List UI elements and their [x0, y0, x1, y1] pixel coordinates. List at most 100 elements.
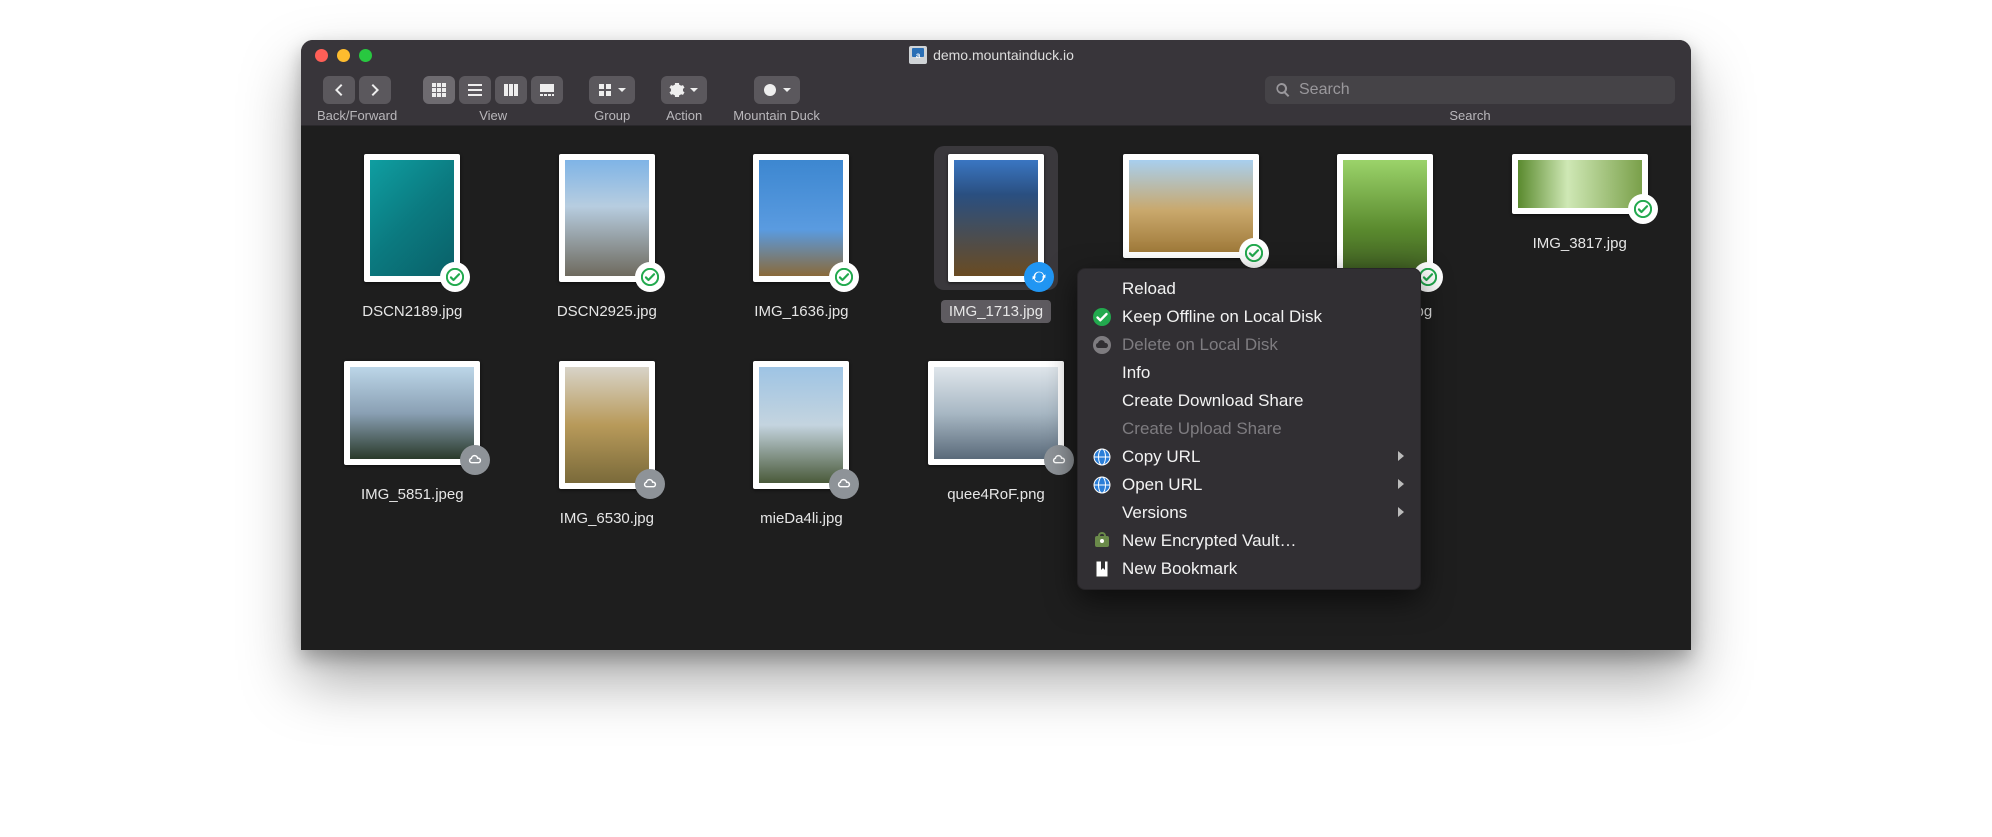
file-thumbnail	[344, 361, 480, 465]
menu-item-label: Create Upload Share	[1122, 419, 1282, 439]
menu-item-label: Delete on Local Disk	[1122, 335, 1278, 355]
file-thumbnail	[364, 154, 460, 282]
file-thumbnail	[753, 154, 849, 282]
check-icon	[1092, 307, 1112, 327]
menu-item-label: Reload	[1122, 279, 1176, 299]
search-field[interactable]: Search	[1265, 76, 1675, 104]
file-item[interactable]: IMG_1636.jpg	[714, 146, 889, 323]
action-button[interactable]	[661, 76, 707, 104]
menu-item[interactable]: Reload	[1078, 275, 1420, 303]
menu-item[interactable]: New Bookmark	[1078, 555, 1420, 583]
submenu-arrow-icon	[1396, 503, 1406, 523]
mountainduck-group: Mountain Duck	[733, 76, 820, 123]
file-item[interactable]: IMG_5851.jpeg	[325, 353, 500, 530]
bookmark-icon	[1092, 559, 1112, 579]
menu-item[interactable]: Versions	[1078, 499, 1420, 527]
window-title: a demo.mountainduck.io	[306, 46, 1677, 64]
file-thumbnail	[1123, 154, 1259, 258]
group-group: Group	[589, 76, 635, 123]
file-grid: DSCN2189.jpg DSCN2925.jpg IMG_1636.jpg I…	[325, 146, 1667, 530]
group-button[interactable]	[589, 76, 635, 104]
sync-status-badge	[440, 262, 470, 292]
file-name: IMG_1713.jpg	[941, 300, 1051, 323]
menu-item[interactable]: Keep Offline on Local Disk	[1078, 303, 1420, 331]
file-item[interactable]: IMG_3817.jpg	[1492, 146, 1667, 323]
file-item[interactable]: quee4RoF.png	[909, 353, 1084, 530]
file-name: IMG_5851.jpeg	[353, 483, 472, 506]
chevron-down-icon	[782, 85, 792, 95]
globe-icon	[1092, 447, 1112, 467]
vault-icon	[1092, 531, 1112, 551]
chevron-down-icon	[617, 85, 627, 95]
back-button[interactable]	[323, 76, 355, 104]
forward-button[interactable]	[359, 76, 391, 104]
menu-item: Create Upload Share	[1078, 415, 1420, 443]
sync-status-badge	[460, 445, 490, 475]
menu-item: Delete on Local Disk	[1078, 331, 1420, 359]
chevron-left-icon	[331, 82, 347, 98]
context-menu: Reload Keep Offline on Local Disk Delete o…	[1077, 268, 1421, 590]
menu-item-label: Keep Offline on Local Disk	[1122, 307, 1322, 327]
menu-item[interactable]: New Encrypted Vault…	[1078, 527, 1420, 555]
chevron-down-icon	[689, 85, 699, 95]
column-view-button[interactable]	[495, 76, 527, 104]
file-name: quee4RoF.png	[939, 483, 1053, 506]
sync-status-badge	[1024, 262, 1054, 292]
sync-status-badge	[1044, 445, 1074, 475]
menu-item-label: Create Download Share	[1122, 391, 1303, 411]
menu-item-label: New Bookmark	[1122, 559, 1237, 579]
file-name: IMG_3817.jpg	[1525, 232, 1635, 255]
icon-view-button[interactable]	[423, 76, 455, 104]
mountainduck-button[interactable]	[754, 76, 800, 104]
file-thumbnail	[753, 361, 849, 489]
menu-item-label: Copy URL	[1122, 447, 1200, 467]
menu-item-label: Info	[1122, 363, 1150, 383]
file-item[interactable]: IMG_1713.jpg	[909, 146, 1084, 323]
search-label: Search	[1449, 108, 1490, 123]
file-name: IMG_1636.jpg	[746, 300, 856, 323]
menu-item[interactable]: Create Download Share	[1078, 387, 1420, 415]
file-name: IMG_6530.jpg	[552, 507, 662, 530]
file-item[interactable]: DSCN2925.jpg	[520, 146, 695, 323]
menu-item[interactable]: Open URL	[1078, 471, 1420, 499]
search-icon	[1275, 82, 1291, 98]
file-item[interactable]: DSCN2189.jpg	[325, 146, 500, 323]
file-item[interactable]: IMG_6530.jpg	[520, 353, 695, 530]
duck-icon	[762, 82, 778, 98]
list-view-button[interactable]	[459, 76, 491, 104]
menu-item-label: New Encrypted Vault…	[1122, 531, 1296, 551]
file-thumbnail	[928, 361, 1064, 465]
sync-status-badge	[1628, 194, 1658, 224]
action-group: Action	[661, 76, 707, 123]
gallery-view-button[interactable]	[531, 76, 563, 104]
file-name: mieDa4li.jpg	[752, 507, 851, 530]
search-placeholder: Search	[1299, 81, 1350, 99]
menu-item[interactable]: Copy URL	[1078, 443, 1420, 471]
file-thumbnail	[559, 361, 655, 489]
window-title-text: demo.mountainduck.io	[933, 47, 1074, 63]
columns-icon	[503, 82, 519, 98]
file-name: DSCN2189.jpg	[354, 300, 470, 323]
group-label: Group	[594, 108, 630, 123]
globe-icon	[1092, 475, 1112, 495]
grid-icon	[431, 82, 447, 98]
menu-item[interactable]: Info	[1078, 359, 1420, 387]
grid-small-icon	[597, 82, 613, 98]
action-label: Action	[666, 108, 702, 123]
back-forward-label: Back/Forward	[317, 108, 397, 123]
cloud-icon	[1092, 335, 1112, 355]
sync-status-badge	[635, 262, 665, 292]
sync-status-badge	[829, 469, 859, 499]
view-group: View	[423, 76, 563, 123]
gear-icon	[669, 82, 685, 98]
file-item[interactable]: mieDa4li.jpg	[714, 353, 889, 530]
menu-item-label: Open URL	[1122, 475, 1202, 495]
file-grid-area: DSCN2189.jpg DSCN2925.jpg IMG_1636.jpg I…	[301, 126, 1691, 550]
volume-icon: a	[909, 46, 927, 64]
file-thumbnail	[948, 154, 1044, 282]
mountainduck-label: Mountain Duck	[733, 108, 820, 123]
submenu-arrow-icon	[1396, 447, 1406, 467]
toolbar: Back/Forward View	[301, 70, 1691, 126]
file-thumbnail	[559, 154, 655, 282]
chevron-right-icon	[367, 82, 383, 98]
